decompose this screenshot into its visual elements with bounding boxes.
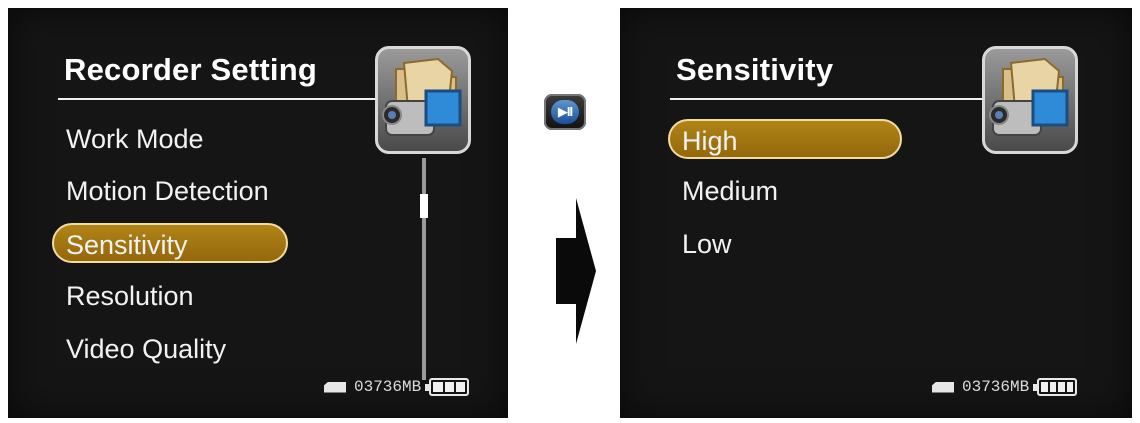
option-medium[interactable]: Medium [668, 171, 898, 211]
battery-icon [1033, 378, 1078, 396]
battery-icon [425, 378, 470, 396]
play-pause-button[interactable]: ▶II [544, 94, 586, 130]
right-arrow-icon [556, 198, 596, 344]
title-divider [670, 98, 990, 100]
recorder-setting-screen: Recorder Setting Work Mode Motion Detect… [8, 8, 508, 418]
camcorder-folder-icon [982, 46, 1078, 154]
sensitivity-screen: Sensitivity High Medium Low 03736MB [620, 8, 1132, 418]
camcorder-folder-icon [375, 46, 471, 154]
sd-card-icon [324, 381, 346, 393]
storage-remaining: 03736MB [354, 378, 422, 396]
status-bar: 03736MB [324, 376, 470, 398]
menu-item-video-quality[interactable]: Video Quality [52, 329, 282, 369]
option-high[interactable]: High [668, 119, 902, 159]
scrollbar-track[interactable] [420, 158, 428, 380]
screen-title: Sensitivity [676, 52, 834, 87]
scrollbar-thumb[interactable] [420, 194, 428, 218]
play-pause-icon: ▶II [551, 100, 579, 124]
menu-item-work-mode[interactable]: Work Mode [52, 119, 282, 159]
screen-title: Recorder Setting [64, 52, 317, 87]
menu-item-motion-detection[interactable]: Motion Detection [52, 171, 282, 211]
status-bar: 03736MB [932, 376, 1078, 398]
option-low[interactable]: Low [668, 224, 898, 264]
title-divider [58, 98, 378, 100]
menu-item-sensitivity[interactable]: Sensitivity [52, 223, 288, 263]
menu-item-resolution[interactable]: Resolution [52, 276, 282, 316]
sd-card-icon [932, 381, 954, 393]
storage-remaining: 03736MB [962, 378, 1030, 396]
